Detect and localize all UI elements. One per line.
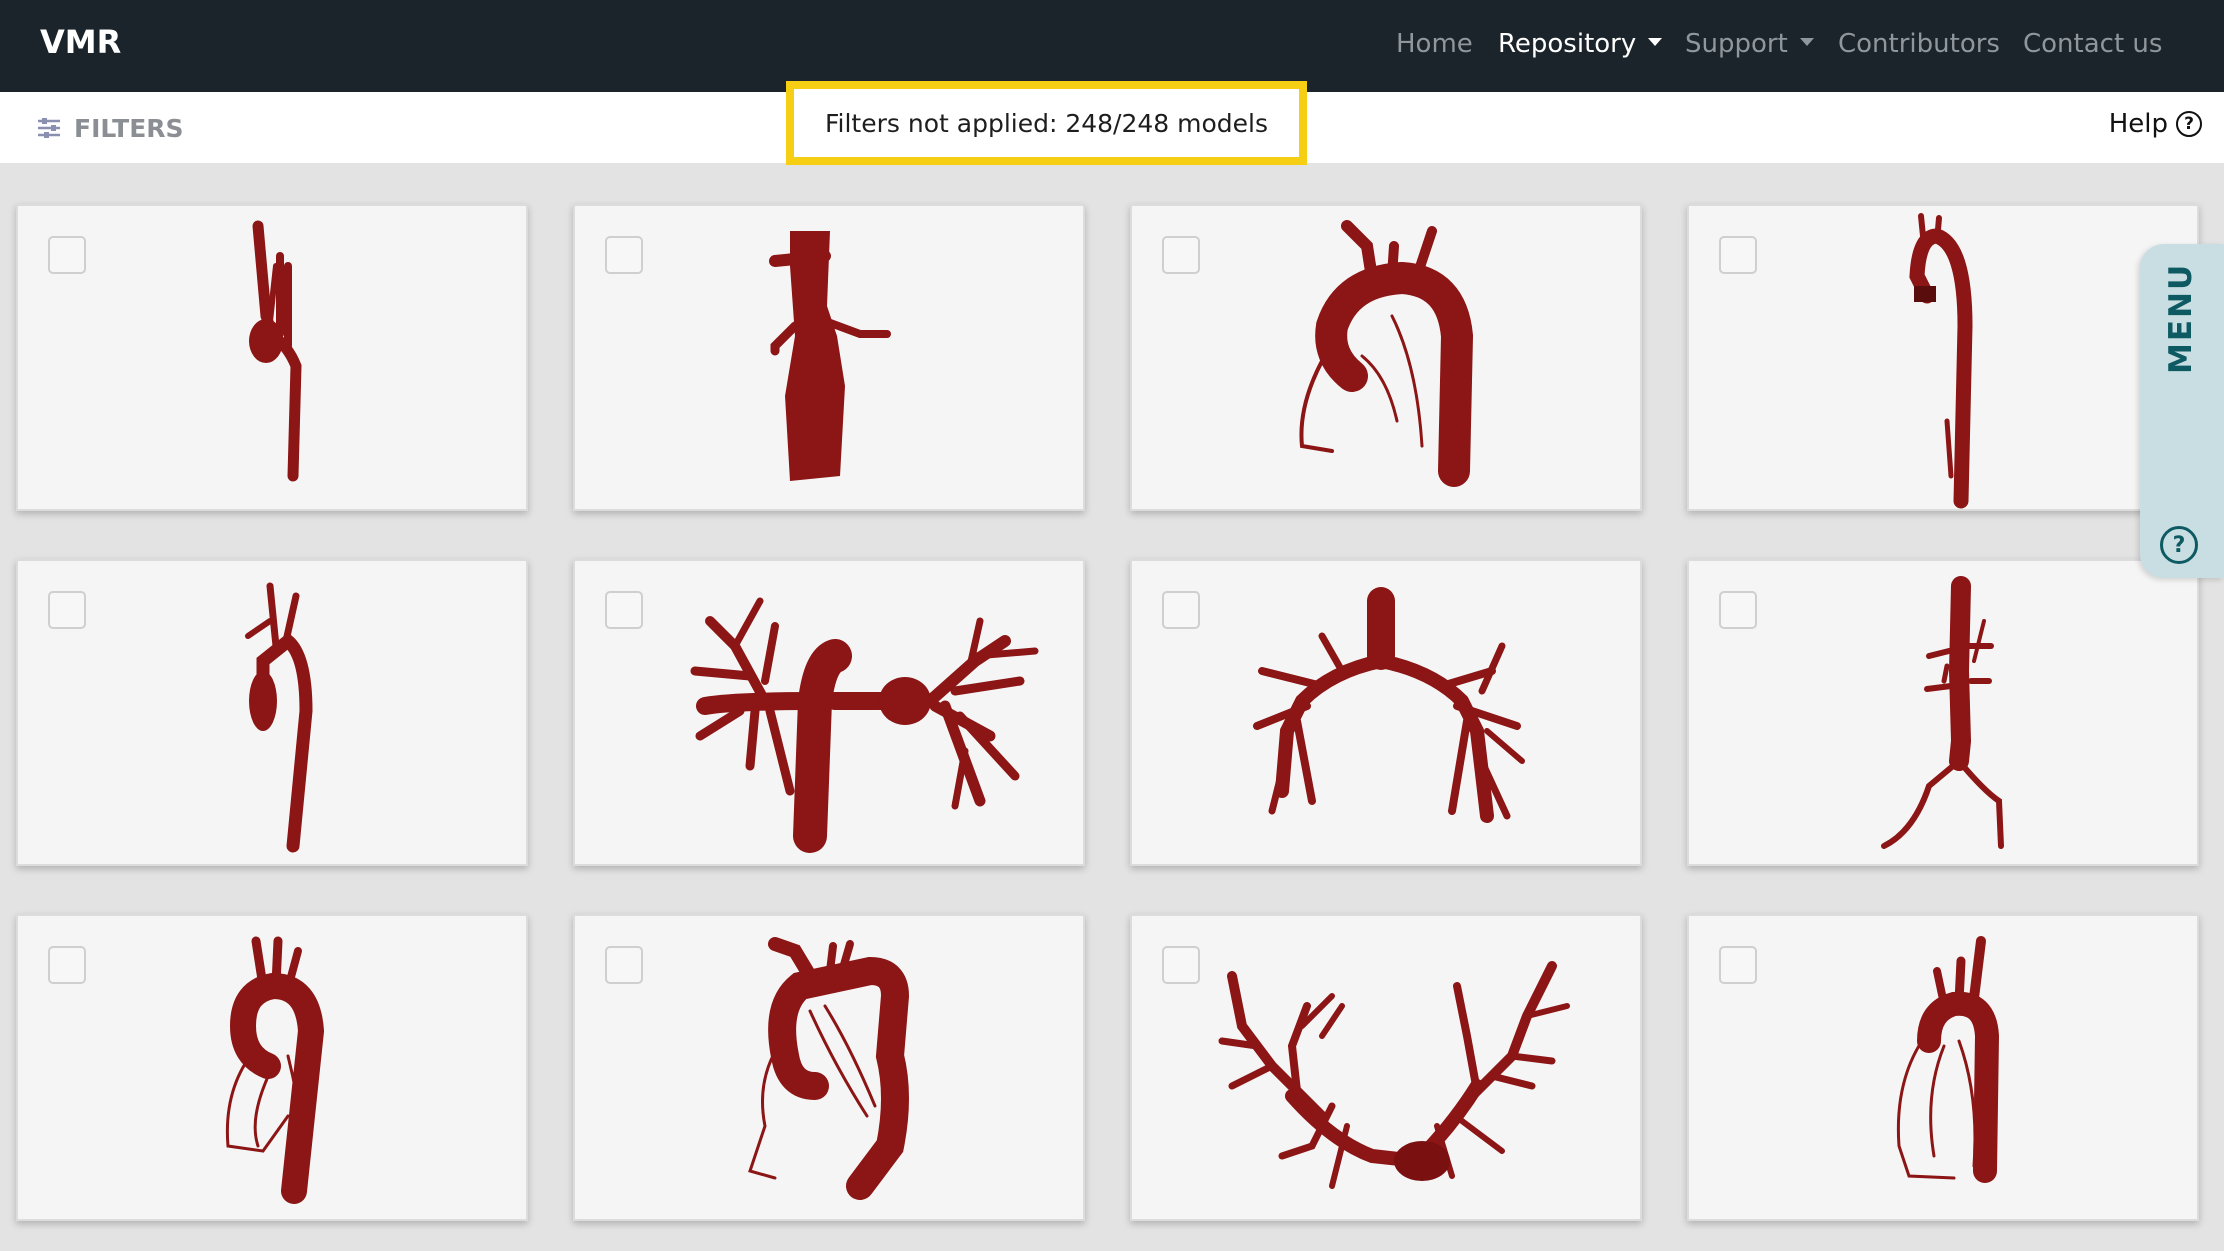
filters-label: FILTERS: [74, 113, 184, 143]
model-card[interactable]: [573, 559, 1085, 866]
model-card[interactable]: [573, 204, 1085, 511]
top-navbar: VMR Home Repository Support Contributors…: [0, 0, 2224, 92]
help-link[interactable]: Help ?: [2109, 109, 2202, 139]
vessel-model-thumbnail: [249, 220, 302, 482]
vessel-model-thumbnail: [769, 231, 891, 481]
nav-contact-us[interactable]: Contact us: [2023, 29, 2162, 59]
caret-down-icon: [1648, 37, 1663, 46]
vessel-model-thumbnail: [225, 936, 325, 1204]
nav-support[interactable]: Support: [1685, 29, 1814, 59]
model-card[interactable]: [16, 204, 528, 511]
model-card[interactable]: [1130, 204, 1642, 511]
model-card[interactable]: [1130, 559, 1642, 866]
vessel-model-thumbnail: [748, 937, 910, 1200]
vessel-model-thumbnail: [690, 597, 1039, 853]
nav-support-label: Support: [1685, 29, 1788, 59]
help-label: Help: [2108, 109, 2168, 139]
model-card[interactable]: [16, 559, 528, 866]
filter-status-box: Filters not applied: 248/248 models: [786, 81, 1307, 165]
vessel-model-thumbnail: [1218, 961, 1570, 1189]
vessel-model-thumbnail: [1299, 220, 1474, 487]
vessel-model-thumbnail: [1909, 213, 1973, 509]
caret-down-icon: [1799, 37, 1814, 46]
side-menu-tab[interactable]: MENU ?: [2140, 244, 2224, 578]
vessel-model-thumbnail: [1881, 576, 2004, 849]
model-card[interactable]: [16, 914, 528, 1221]
model-card[interactable]: [1687, 914, 2199, 1221]
brand-logo[interactable]: VMR: [40, 23, 121, 61]
nav-home[interactable]: Home: [1396, 29, 1473, 59]
nav-repository[interactable]: Repository: [1498, 29, 1663, 59]
filters-button[interactable]: FILTERS: [36, 112, 184, 144]
vessel-model-thumbnail: [245, 582, 313, 853]
help-circle-icon: ?: [2176, 111, 2202, 137]
sliders-icon: [38, 118, 60, 138]
model-card[interactable]: [1130, 914, 1642, 1221]
model-card[interactable]: [1687, 204, 2199, 511]
nav-repository-label: Repository: [1498, 29, 1637, 59]
menu-label[interactable]: MENU: [2163, 263, 2199, 374]
vessel-model-thumbnail: [1253, 587, 1525, 823]
filter-status-text: Filters not applied: 248/248 models: [824, 108, 1269, 138]
help-circle-icon[interactable]: ?: [2160, 526, 2198, 564]
nav-contributors[interactable]: Contributors: [1838, 29, 2000, 59]
vessel-model-thumbnail: [1896, 936, 2000, 1183]
model-card[interactable]: [573, 914, 1085, 1221]
model-card[interactable]: [1687, 559, 2199, 866]
